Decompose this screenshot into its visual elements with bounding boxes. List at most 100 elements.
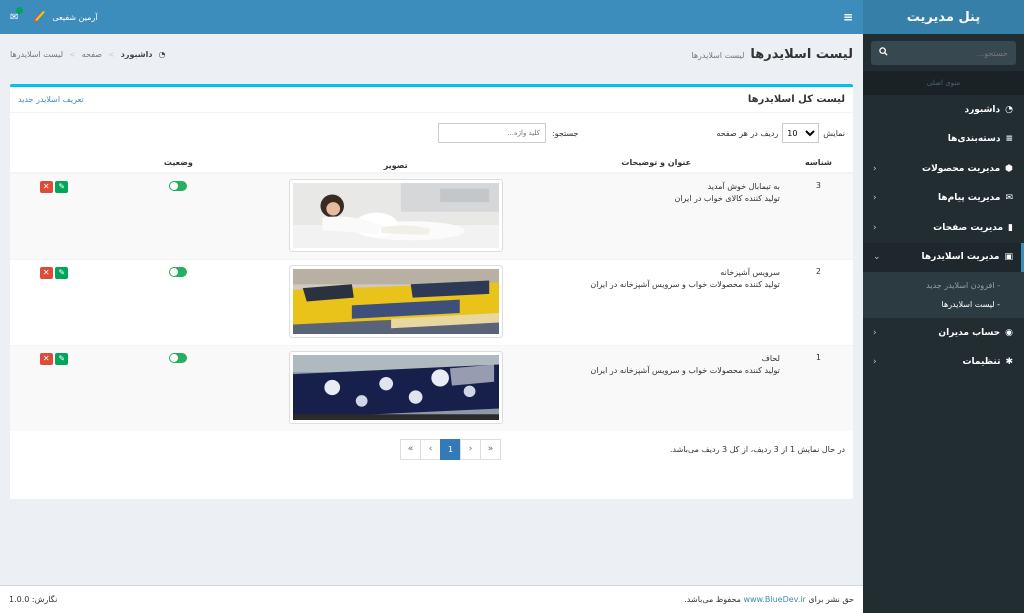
table-header-row: شناسه عنوان و توضیحات تصویر وضعیت — [10, 153, 853, 174]
delete-button[interactable]: ✕ — [39, 352, 53, 365]
page-header: لیست اسلایدرها لیست اسلایدرها ◔ داشبورد >… — [0, 34, 863, 74]
per-page-label: ردیف در هر صفحه — [716, 128, 779, 138]
envelope-icon: ✉ — [1005, 193, 1013, 204]
close-icon: ✕ — [42, 267, 50, 277]
table-footer: در حال نمایش 1 از 3 ردیف، از کل 3 ردیف م… — [10, 431, 853, 467]
status-toggle[interactable] — [169, 352, 188, 363]
length-control: نمایش 10 ردیف در هر صفحه — [716, 123, 845, 143]
row-description: به تیمابال خوش آمدید تولید کننده کالای خ… — [532, 172, 784, 259]
row-desc: تولید کننده محصولات خواب و سرویس آشپزخان… — [590, 279, 780, 289]
delete-button[interactable]: ✕ — [39, 266, 53, 279]
sidebar-item-admins[interactable]: ◉ حساب مدیران ‹ — [863, 318, 1024, 348]
show-label: نمایش — [823, 128, 845, 138]
brand-title[interactable]: پنل مدیریت — [863, 0, 1024, 34]
sidebar-header: منوی اصلی — [863, 71, 1024, 95]
next-page-button[interactable]: › — [460, 438, 481, 460]
first-page-button[interactable]: « — [400, 438, 421, 460]
slider-image[interactable] — [288, 350, 503, 424]
cubes-icon: ⬢ — [1005, 163, 1013, 174]
slider-list-box: لیست کل اسلایدرها تعریف اسلایدر جدید نما… — [10, 84, 853, 499]
box-title: لیست کل اسلایدرها — [747, 94, 845, 105]
col-header-image[interactable]: تصویر — [258, 153, 533, 174]
page-subtitle: لیست اسلایدرها — [691, 50, 745, 60]
file-icon: ▮ — [1008, 222, 1013, 233]
close-icon: ✕ — [42, 353, 50, 363]
user-menu[interactable]: آرمین شفیعی — [32, 10, 98, 24]
row-actions: ✎ ✕ — [10, 258, 98, 345]
status-toggle[interactable] — [169, 266, 188, 277]
table-row: 2 سرویس آشپزخانه تولید کننده محصولات خوا… — [10, 258, 853, 345]
breadcrumb: ◔ داشبورد > صفحه > لیست اسلایدرها — [10, 50, 165, 59]
version: نگارش: 1.0.0 — [9, 595, 58, 604]
new-slider-link[interactable]: تعریف اسلایدر جدید — [18, 95, 84, 104]
prev-page-button[interactable]: ‹ — [420, 438, 441, 460]
page-footer: حق نشر برای www.BlueDev.ir محفوظ می‌باشد… — [0, 585, 863, 613]
row-desc: تولید کننده محصولات خواب و سرویس آشپزخان… — [590, 365, 780, 375]
row-image-cell — [258, 258, 533, 345]
edit-icon: ✎ — [58, 267, 66, 277]
chevron-left-icon: ‹ — [873, 222, 877, 233]
last-page-button[interactable]: » — [480, 438, 501, 460]
top-navbar: ≡ ✉ آرمین شفیعی — [0, 0, 863, 34]
row-title: به تیمابال خوش آمدید — [707, 182, 780, 191]
row-id: 2 — [783, 258, 853, 345]
breadcrumb-current: لیست اسلایدرها — [10, 49, 64, 59]
sidebar-search-input[interactable] — [898, 48, 1008, 58]
sidebar-item-settings[interactable]: ✱ تنظیمات ‹ — [863, 348, 1024, 378]
sidebar-item-products[interactable]: ⬢ مدیریت محصولات ‹ — [863, 154, 1024, 184]
table-search-input[interactable] — [438, 123, 546, 143]
col-header-status[interactable]: وضعیت — [97, 153, 259, 174]
delete-button[interactable]: ✕ — [39, 181, 53, 193]
submenu-item-add-slider[interactable]: - افزودن اسلایدر جدید — [863, 276, 1024, 295]
edit-button[interactable]: ✎ — [55, 352, 69, 365]
slider-table: شناسه عنوان و توضیحات تصویر وضعیت 3 به ت… — [10, 153, 853, 431]
row-title: لحاف — [761, 353, 780, 363]
menu-toggle-icon[interactable]: ≡ — [843, 10, 853, 24]
edit-button[interactable]: ✎ — [55, 181, 69, 193]
messages-button[interactable]: ✉ — [10, 6, 24, 23]
sidebar-item-label: حساب مدیران — [938, 327, 1001, 338]
chevron-left-icon: ‹ — [873, 193, 877, 204]
row-status-cell — [97, 344, 259, 431]
pagination: « ‹ 1 › » — [400, 438, 501, 460]
search-icon[interactable] — [879, 47, 888, 59]
row-title: سرویس آشپزخانه — [720, 267, 780, 277]
copyright-pre: حق نشر برای — [808, 595, 854, 604]
breadcrumb-separator: > — [69, 49, 76, 59]
search-label: جستجو: — [552, 128, 579, 138]
sidebar-item-sliders[interactable]: ▣ مدیریت اسلایدرها ⌄ — [863, 242, 1024, 272]
breadcrumb-home[interactable]: داشبورد — [121, 50, 153, 59]
breadcrumb-page[interactable]: صفحه — [82, 50, 102, 59]
submenu-item-slider-list[interactable]: - لیست اسلایدرها — [863, 295, 1024, 314]
image-icon: ▣ — [1004, 252, 1013, 263]
slider-image[interactable] — [288, 179, 503, 252]
col-header-id[interactable]: شناسه — [783, 153, 853, 174]
list-icon: ≡ — [1005, 134, 1013, 145]
page-title: لیست اسلایدرها لیست اسلایدرها — [691, 47, 853, 62]
row-actions: ✎ ✕ — [10, 344, 98, 431]
notification-badge — [16, 6, 24, 14]
sidebar-item-label: مدیریت محصولات — [922, 163, 1001, 174]
copyright-post: محفوظ می‌باشد. — [684, 595, 741, 604]
page-button-current[interactable]: 1 — [440, 438, 461, 460]
sidebar-item-categories[interactable]: ≡ دسته‌بندی‌ها — [863, 125, 1024, 155]
copyright-link[interactable]: www.BlueDev.ir — [743, 595, 805, 604]
breadcrumb-separator: > — [108, 49, 115, 59]
page-length-select[interactable]: 10 — [782, 123, 820, 143]
col-header-title[interactable]: عنوان و توضیحات — [532, 153, 784, 174]
close-icon: ✕ — [42, 182, 50, 191]
sidebar: پنل مدیریت منوی اصلی ◔ داشبورد ≡ دسته‌بندی… — [863, 0, 1024, 613]
status-toggle[interactable] — [169, 181, 188, 191]
sidebar-item-pages[interactable]: ▮ مدیریت صفحات ‹ — [863, 213, 1024, 243]
row-id: 3 — [783, 172, 853, 259]
avatar — [32, 10, 46, 24]
sidebar-item-label: دسته‌بندی‌ها — [947, 134, 1001, 145]
submenu-label: لیست اسلایدرها — [941, 300, 995, 309]
sidebar-item-dashboard[interactable]: ◔ داشبورد — [863, 95, 1024, 125]
content-area: لیست اسلایدرها لیست اسلایدرها ◔ داشبورد >… — [0, 34, 863, 585]
slider-image[interactable] — [288, 264, 503, 338]
sidebar-item-messages[interactable]: ✉ مدیریت پیام‌ها ‹ — [863, 184, 1024, 214]
dashboard-icon: ◔ — [158, 49, 166, 59]
edit-button[interactable]: ✎ — [55, 266, 69, 279]
row-status-cell — [97, 258, 259, 345]
